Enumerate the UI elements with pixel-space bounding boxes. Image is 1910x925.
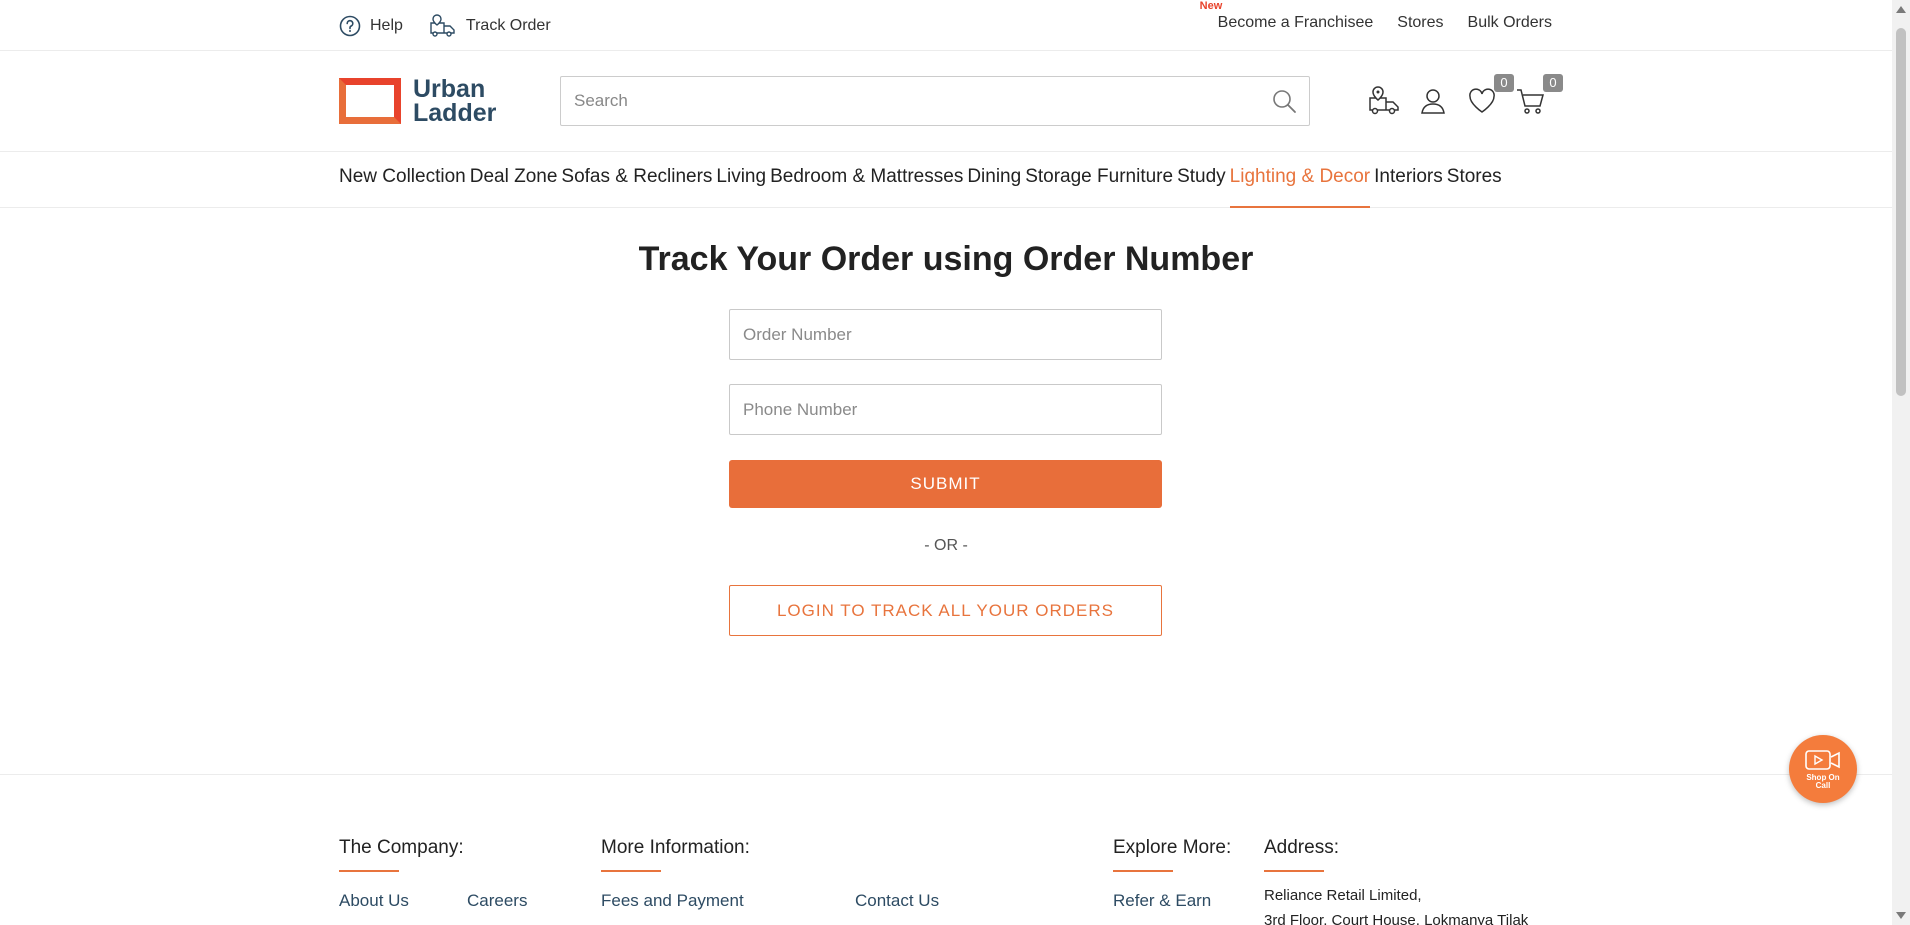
video-call-icon bbox=[1805, 749, 1840, 770]
order-number-input[interactable] bbox=[730, 310, 1161, 359]
wishlist-button[interactable]: 0 bbox=[1464, 74, 1514, 119]
track-order-label: Track Order bbox=[465, 17, 551, 34]
footer-more-info-heading: More Information: bbox=[601, 837, 750, 872]
nav-item-bedroom-mattresses[interactable]: Bedroom & Mattresses bbox=[770, 152, 963, 208]
help-label: Help bbox=[370, 17, 403, 34]
nav-item-new-collection[interactable]: New Collection bbox=[339, 152, 466, 208]
search-button[interactable] bbox=[1259, 77, 1309, 125]
help-link[interactable]: Help bbox=[339, 15, 403, 37]
nav-item-dining[interactable]: Dining bbox=[967, 152, 1021, 208]
cart-count-badge: 0 bbox=[1543, 74, 1563, 92]
bulk-orders-link[interactable]: Bulk Orders bbox=[1468, 14, 1552, 32]
page-title: Track Your Order using Order Number bbox=[638, 240, 1254, 278]
top-utility-bar: Help Track Order New Become a Franchisee… bbox=[0, 0, 1892, 51]
user-icon bbox=[1421, 89, 1445, 114]
heart-icon bbox=[1469, 88, 1495, 113]
contact-us-link[interactable]: Contact Us bbox=[855, 891, 939, 911]
search-input[interactable] bbox=[561, 77, 1259, 125]
logo-text-line2: Ladder bbox=[413, 99, 497, 127]
new-badge: New bbox=[1199, 0, 1223, 12]
help-icon bbox=[339, 15, 361, 37]
order-number-field bbox=[729, 309, 1162, 360]
phone-number-field bbox=[729, 384, 1162, 435]
wishlist-count-badge: 0 bbox=[1494, 74, 1514, 92]
shop-on-call-label: Shop On Call bbox=[1806, 772, 1840, 790]
stores-link[interactable]: Stores bbox=[1397, 14, 1443, 32]
nav-item-living[interactable]: Living bbox=[716, 152, 766, 208]
address-line-1: Reliance Retail Limited, bbox=[1264, 887, 1422, 904]
scroll-down-arrow-icon[interactable] bbox=[1896, 912, 1906, 919]
search-box bbox=[560, 76, 1310, 126]
or-divider: - OR - bbox=[924, 537, 968, 554]
nav-item-lighting-decor[interactable]: Lighting & Decor bbox=[1229, 152, 1371, 208]
footer-explore-column: Explore More: bbox=[1113, 837, 1231, 872]
delivery-truck-icon bbox=[1369, 86, 1399, 115]
nav-item-deal-zone[interactable]: Deal Zone bbox=[470, 152, 558, 208]
footer-company-heading: The Company: bbox=[339, 837, 464, 872]
fees-payment-link[interactable]: Fees and Payment bbox=[601, 891, 744, 911]
nav-item-storage-furniture[interactable]: Storage Furniture bbox=[1025, 152, 1173, 208]
become-franchisee-link[interactable]: New Become a Franchisee bbox=[1200, 0, 1374, 32]
scrollbar-thumb[interactable] bbox=[1896, 28, 1906, 396]
logo-mark-icon bbox=[339, 78, 401, 124]
nav-item-interiors[interactable]: Interiors bbox=[1374, 152, 1443, 208]
franchisee-label: Become a Franchisee bbox=[1217, 14, 1374, 31]
careers-link[interactable]: Careers bbox=[467, 891, 527, 911]
nav-item-sofas-recliners[interactable]: Sofas & Recliners bbox=[561, 152, 712, 208]
footer-company-column: The Company: bbox=[339, 837, 464, 872]
delivery-truck-icon bbox=[430, 14, 455, 37]
submit-button[interactable]: SUBMIT bbox=[729, 460, 1162, 508]
phone-number-input[interactable] bbox=[730, 385, 1161, 434]
refer-earn-link[interactable]: Refer & Earn bbox=[1113, 891, 1211, 911]
account-button[interactable] bbox=[1415, 83, 1451, 119]
scroll-up-arrow-icon[interactable] bbox=[1896, 6, 1906, 13]
nav-item-stores[interactable]: Stores bbox=[1447, 152, 1502, 208]
login-track-orders-button[interactable]: LOGIN TO TRACK ALL YOUR ORDERS bbox=[729, 585, 1162, 636]
shop-on-call-button[interactable]: Shop On Call bbox=[1789, 735, 1857, 803]
urban-ladder-logo[interactable]: Urban Ladder bbox=[339, 75, 497, 127]
footer-explore-heading: Explore More: bbox=[1113, 837, 1231, 872]
footer-address-column: Address: bbox=[1264, 837, 1339, 872]
logo-text-line1: Urban bbox=[413, 75, 486, 103]
footer: The Company: About Us Careers More Infor… bbox=[0, 774, 1892, 925]
nav-item-study[interactable]: Study bbox=[1177, 152, 1226, 208]
address-line-2: 3rd Floor, Court House, Lokmanya Tilak bbox=[1264, 912, 1529, 925]
about-us-link[interactable]: About Us bbox=[339, 891, 409, 911]
search-icon bbox=[1273, 90, 1296, 113]
track-order-header-button[interactable] bbox=[1366, 83, 1402, 119]
footer-address-heading: Address: bbox=[1264, 837, 1339, 872]
category-nav: New Collection Deal Zone Sofas & Recline… bbox=[0, 152, 1892, 208]
page-scrollbar[interactable] bbox=[1892, 0, 1910, 925]
footer-more-info-column: More Information: bbox=[601, 837, 750, 872]
cart-icon bbox=[1517, 89, 1544, 114]
main-header: Urban Ladder 0 0 bbox=[0, 51, 1892, 152]
cart-button[interactable]: 0 bbox=[1513, 74, 1563, 119]
track-order-link[interactable]: Track Order bbox=[429, 13, 551, 39]
